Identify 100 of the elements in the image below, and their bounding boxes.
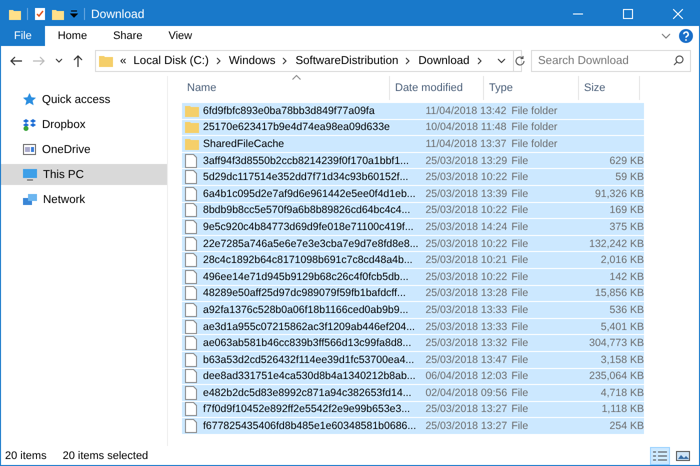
file-row[interactable]: dee8ad331751e4ca530d8b4a1340212b8ab... 06/04/2018 12:03 File 235,064 KB (182, 368, 644, 384)
file-row[interactable]: 3aff94f3d8550b2ccb8214239f0f170a1bbf1... 25/03/2018 13:29 File 629 KB (182, 152, 644, 168)
breadcrumb[interactable]: Windows (228, 55, 276, 67)
size-cell-text: 169 KB (608, 204, 644, 216)
file-row[interactable]: 28c4c1892b64c8171098b691c7c8cd48a4b... 25/03/2018 10:21 File 2,016 KB (182, 252, 644, 268)
type-cell-text: File (511, 320, 530, 333)
sidebar-item[interactable]: OneDrive (1, 139, 167, 160)
date-cell-text: 25/03/2018 13:29 (425, 154, 508, 167)
date-cell-text: 25/03/2018 10:22 (425, 238, 508, 250)
refresh-button[interactable] (512, 51, 526, 71)
file-row[interactable]: b63a53d2cd526432f114ee39d1fc53700ea4... 25/03/2018 13:47 File 3,158 KB (182, 352, 644, 368)
sidebar-item[interactable]: Network (1, 189, 167, 210)
file-row[interactable]: 8bdb9b8cc5e570f9a6b8b89826cd64bc4c4... 25/03/2018 10:22 File 169 KB (182, 202, 644, 218)
ribbon-tab[interactable]: File (1, 26, 45, 46)
type-cell-text: File (511, 188, 530, 200)
type-cell-text: File (511, 354, 530, 366)
close-icon[interactable] (673, 8, 683, 18)
date-cell-text: 25/03/2018 13:27 (425, 403, 508, 416)
type-cell-text: File folder (511, 121, 558, 134)
folder-icon (185, 121, 199, 134)
file-name: 5d29dc117514e352dd7f71d34c93b60152f... (202, 171, 410, 184)
type-cell-text: File (511, 386, 530, 399)
column-header[interactable]: Date modified (390, 76, 484, 100)
date-cell-text: 25/03/2018 13:47 (425, 354, 508, 366)
folder-icon[interactable] (52, 8, 64, 20)
date-cell-text: 10/04/2018 11:48 (425, 121, 508, 134)
column-header[interactable]: Name (182, 76, 390, 100)
column-header[interactable]: Type (484, 76, 579, 100)
back-arrow-icon[interactable] (9, 55, 23, 67)
file-name: 3aff94f3d8550b2ccb8214239f0f170a1bbf1... (202, 154, 410, 167)
file-name: f677825435406fd8b485e1e60348581b0686... (202, 420, 418, 432)
up-arrow-icon[interactable] (72, 54, 84, 68)
file-row[interactable]: e482b2dc5d83e8992c871a94c382653fd14... 02/04/2018 09:56 File 4,718 KB (182, 385, 644, 401)
search-icon[interactable] (673, 55, 684, 66)
help-icon[interactable] (679, 29, 693, 43)
file-name: 496ee14e71d945b9129b68c26c4f0fcb5db... (202, 270, 410, 283)
folder-icon[interactable] (9, 8, 21, 20)
ribbon-tab[interactable]: View (155, 26, 206, 46)
file-icon (185, 320, 199, 334)
image-icon (676, 450, 690, 462)
file-name: SharedFileCache (202, 138, 286, 150)
size-cell-text: 142 KB (608, 270, 644, 283)
address-bar[interactable]: « Local Disk (C:) Windows SoftwareDistribution Download (95, 50, 522, 72)
sidebar-item[interactable]: This PC (1, 164, 167, 185)
file-icon (185, 286, 199, 300)
file-row[interactable]: f7f0d9f10452e892ff2e5542f2e9e99b653e3... 25/03/2018 13:27 File 1,118 KB (182, 402, 644, 418)
chevron-right-icon[interactable] (476, 57, 483, 65)
size-cell-text: 132,242 KB (588, 238, 644, 250)
date-cell-text: 25/03/2018 13:39 (425, 188, 508, 200)
column-header[interactable]: Size (579, 76, 640, 100)
sort-caret-icon (292, 75, 300, 80)
chevron-down-icon[interactable] (55, 58, 63, 64)
sidebar-item[interactable]: Dropbox (1, 114, 167, 135)
file-name: 48289e50aff25d97dc989079f59fb1bafdcff... (202, 287, 407, 300)
chevron-down-icon[interactable] (496, 58, 506, 64)
file-row[interactable]: 25170e623417b9e4d74ea98ea09d633e 10/04/2018 11:48 File folder (182, 120, 644, 136)
breadcrumb[interactable]: Download (418, 55, 470, 67)
type-cell-text: File (511, 171, 530, 184)
ribbon-tab[interactable]: Home (44, 26, 100, 46)
date-cell-text: 25/03/2018 13:32 (425, 337, 508, 350)
size-cell-text: 375 KB (608, 220, 644, 233)
maximize-icon[interactable] (623, 8, 633, 18)
file-name: dee8ad331751e4ca530d8b4a1340212b8ab... (202, 370, 417, 382)
properties-icon[interactable] (34, 8, 46, 20)
file-row[interactable]: 22e7285a746a5e6e7e3e3cba7e9d7e8fd8e8... 25/03/2018 10:22 File 132,242 KB (182, 236, 644, 252)
file-row[interactable]: 9e5c920c4b84773d69d9fe018e71100c419f... 25/03/2018 14:24 File 375 KB (182, 219, 644, 235)
chevron-right-icon[interactable] (282, 57, 288, 65)
chevron-right-icon[interactable] (405, 57, 412, 65)
date-cell-text: 25/03/2018 10:22 (425, 171, 508, 184)
breadcrumb[interactable]: Local Disk (C:) (133, 55, 209, 67)
file-icon (185, 369, 199, 384)
type-cell-text: File (511, 220, 530, 233)
type-cell-text: File folder (511, 138, 558, 150)
file-row[interactable]: 6a4b1c095d2e7af9d6e961442e5ee0f4d1eb... 25/03/2018 13:39 File 91,326 KB (182, 186, 644, 202)
folder-icon (99, 55, 113, 67)
file-name: 22e7285a746a5e6e7e3e3cba7e9d7e8fd8e8... (202, 238, 420, 250)
file-row[interactable]: 5d29dc117514e352dd7f71d34c93b60152f... 25/03/2018 10:22 File 59 KB (182, 169, 644, 185)
file-name: 6a4b1c095d2e7af9d6e961442e5ee0f4d1eb... (202, 188, 417, 200)
file-row[interactable]: SharedFileCache 11/04/2018 13:37 File folder (182, 136, 644, 152)
dropdown-icon[interactable] (70, 10, 78, 18)
details-view-button[interactable] (650, 446, 670, 464)
size-cell-text: 4,718 KB (600, 386, 644, 399)
search-field[interactable]: Search Download (531, 50, 691, 72)
chevron-right-icon[interactable] (216, 57, 222, 65)
file-row[interactable]: 6fd9fbfc893e0ba78bb3d849f77a09fa 11/04/2018 13:42 File folder (182, 103, 644, 119)
breadcrumb[interactable]: SoftwareDistribution (295, 55, 398, 67)
sidebar-item[interactable]: Quick access (1, 89, 167, 110)
file-row[interactable]: ae3d1a955c07215862ac3f1209ab446ef204... 25/03/2018 13:33 File 5,401 KB (182, 318, 644, 334)
star-icon (23, 93, 36, 106)
size-cell-text: 59 KB (614, 171, 644, 184)
file-row[interactable]: a92fa1376c528b0a06f18b1166ced0ab9b9... 25/03/2018 13:33 File 536 KB (182, 302, 644, 318)
file-row[interactable]: 496ee14e71d945b9129b68c26c4f0fcb5db... 25/03/2018 10:22 File 142 KB (182, 268, 644, 285)
file-row[interactable]: f677825435406fd8b485e1e60348581b0686... 25/03/2018 13:27 File 254 KB (182, 418, 644, 434)
file-row[interactable]: 48289e50aff25d97dc989079f59fb1bafdcff... 25/03/2018 13:28 File 15,856 KB (182, 286, 644, 302)
overflow-chevron[interactable]: « (120, 55, 126, 67)
size-cell-text: 3,158 KB (600, 354, 644, 366)
file-row[interactable]: ae063ab581b46cc839b3ff566d13c99fa8d8... 25/03/2018 13:32 File 304,773 KB (182, 335, 644, 351)
ribbon-tab[interactable]: Share (100, 26, 156, 46)
list-icon (653, 450, 667, 462)
size-cell-text: 5,401 KB (600, 320, 644, 333)
